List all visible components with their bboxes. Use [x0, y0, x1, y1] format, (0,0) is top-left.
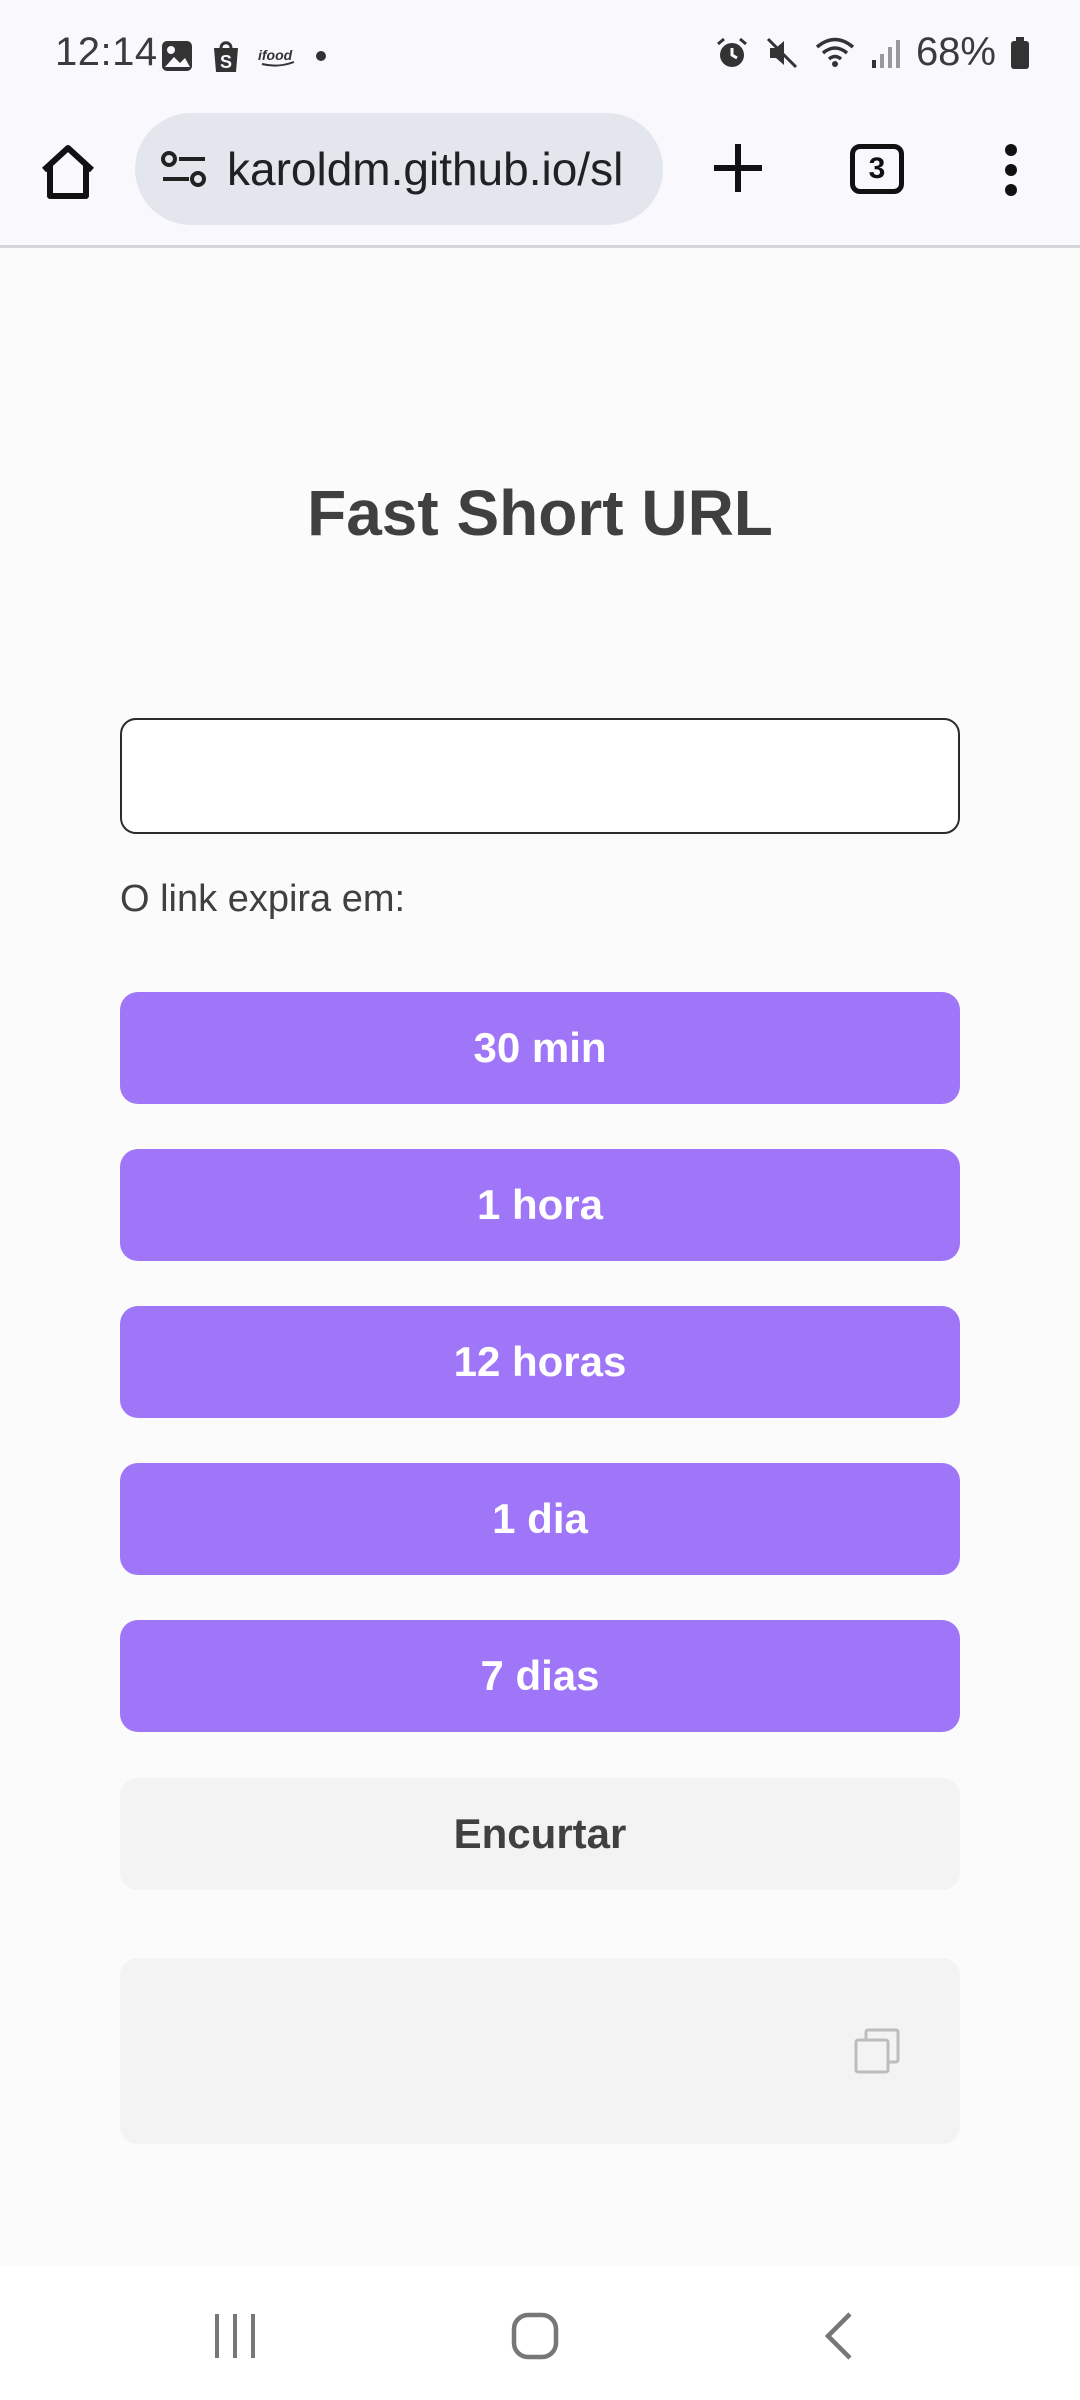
- recent-apps-icon[interactable]: [205, 2306, 265, 2366]
- signal-icon: [871, 39, 900, 68]
- tab-switcher-button[interactable]: 3: [850, 144, 904, 194]
- expire-label: O link expira em:: [120, 878, 406, 920]
- page-content: Fast Short URL O link expira em: 30 min …: [0, 248, 1080, 2266]
- mute-icon: [766, 37, 797, 68]
- option-label: 12 horas: [453, 1338, 627, 1385]
- page-title: Fast Short URL: [307, 477, 773, 549]
- shorten-label: Encurtar: [453, 1810, 627, 1857]
- expire-option-12-horas[interactable]: 12 horas: [120, 1306, 960, 1418]
- url-text: karoldm.github.io/sl: [227, 143, 624, 195]
- wifi-icon: [815, 37, 855, 67]
- svg-text:ifood: ifood: [258, 47, 293, 63]
- site-settings-icon[interactable]: [161, 149, 207, 189]
- status-bar: 12:14 S ifood 68%: [0, 0, 1080, 110]
- svg-text:S: S: [220, 52, 232, 72]
- alarm-icon: [716, 37, 747, 67]
- ifood-icon: ifood: [258, 47, 295, 67]
- browser-toolbar: karoldm.github.io/sl 3: [0, 110, 1080, 248]
- expire-option-1-dia[interactable]: 1 dia: [120, 1463, 960, 1575]
- battery-percent: 68%: [915, 30, 996, 74]
- notification-icons: S ifood: [160, 38, 328, 74]
- back-icon[interactable]: [810, 2306, 870, 2366]
- expire-option-7-dias[interactable]: 7 dias: [120, 1620, 960, 1732]
- home-nav-icon[interactable]: [505, 2306, 565, 2366]
- new-tab-icon[interactable]: [708, 138, 768, 198]
- home-icon[interactable]: [36, 140, 100, 204]
- shop-icon: S: [214, 41, 238, 72]
- expire-option-1-hora[interactable]: 1 hora: [120, 1149, 960, 1261]
- expire-option-30-min[interactable]: 30 min: [120, 992, 960, 1104]
- option-label: 7 dias: [480, 1652, 600, 1699]
- copy-icon[interactable]: [852, 2026, 902, 2076]
- status-right: 68%: [714, 30, 1030, 75]
- option-label: 1 hora: [476, 1181, 604, 1228]
- dot-icon: [316, 51, 326, 61]
- more-menu-icon[interactable]: [996, 140, 1026, 200]
- battery-icon: [1011, 36, 1029, 69]
- option-label: 30 min: [473, 1024, 607, 1071]
- tab-count: 3: [868, 152, 886, 185]
- status-time: 12:14: [55, 30, 158, 74]
- image-icon: [162, 41, 192, 71]
- short-url-result: [120, 1958, 960, 2144]
- shorten-button[interactable]: Encurtar: [120, 1778, 960, 1890]
- system-nav-bar: [0, 2266, 1080, 2400]
- url-input[interactable]: [120, 718, 960, 834]
- option-label: 1 dia: [492, 1495, 588, 1542]
- address-bar[interactable]: karoldm.github.io/sl: [135, 113, 663, 225]
